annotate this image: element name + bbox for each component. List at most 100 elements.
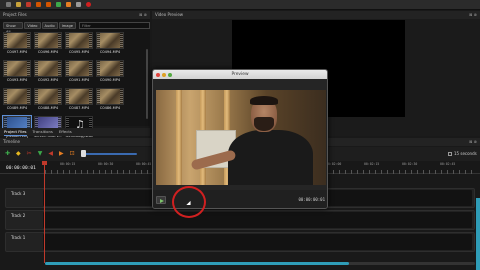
file-name: C0489.MP4 xyxy=(6,106,28,110)
preview-dialog-titlebar: Preview xyxy=(153,70,327,79)
file-thumbnail[interactable]: C0487.MP4 xyxy=(65,88,93,112)
thumbnail-image xyxy=(96,60,124,77)
file-thumbnail[interactable]: C0486.MP4 xyxy=(96,88,124,112)
file-name: C0495.MP4 xyxy=(68,50,90,54)
add-marker-icon[interactable]: ▼ xyxy=(38,151,43,157)
person-torso xyxy=(228,130,313,185)
zoom-slider-handle[interactable] xyxy=(81,150,86,157)
person-hair xyxy=(250,96,278,105)
export-video-icon[interactable] xyxy=(86,2,91,7)
import-files-icon[interactable] xyxy=(56,2,61,7)
timeline-scrollbar[interactable] xyxy=(45,262,349,265)
add-track-icon[interactable]: ✚ xyxy=(5,151,10,157)
tab-project-files[interactable]: Project Files xyxy=(4,128,27,136)
file-thumbnail[interactable]: C0488.MP4 xyxy=(34,88,62,112)
zoom-checkbox[interactable] xyxy=(448,151,452,156)
file-thumbnail[interactable]: C0496.MP4 xyxy=(34,32,62,56)
track-2[interactable]: Track 2 xyxy=(5,210,475,230)
panel-controls[interactable]: ⊠ ⊗ xyxy=(139,11,147,19)
file-thumbnail[interactable]: C0490.MP4 xyxy=(96,60,124,84)
track-1[interactable]: Track 1 xyxy=(5,232,475,252)
panel-controls[interactable]: ⊠ ⊗ xyxy=(469,11,477,19)
undo-icon[interactable] xyxy=(36,2,41,7)
track-label: Track 1 xyxy=(11,235,26,240)
filter-video[interactable]: Video xyxy=(24,21,41,29)
file-name: C0492.MP4 xyxy=(37,78,59,82)
fullscreen-icon[interactable] xyxy=(76,2,81,7)
next-marker-icon[interactable]: ▶ xyxy=(59,151,64,157)
file-thumbnail[interactable]: C0494.MP4 xyxy=(96,32,124,56)
wood-stud xyxy=(176,90,182,185)
side-scrollbar[interactable] xyxy=(476,198,480,270)
project-files-title: Project Files xyxy=(3,12,27,17)
file-name: C0491.MP4 xyxy=(68,78,90,82)
previous-marker-icon[interactable]: ◀ xyxy=(48,151,53,157)
new-project-icon[interactable] xyxy=(6,2,11,7)
snapping-icon[interactable]: ◆ xyxy=(16,151,21,157)
video-preview-header: Video Preview ⊠ ⊗ xyxy=(152,11,480,19)
file-name: C0487.MP4 xyxy=(68,106,90,110)
play-button[interactable] xyxy=(156,196,166,204)
file-name: C0496.MP4 xyxy=(37,50,59,54)
ruler-tick-label: 00:00:30 xyxy=(98,162,114,166)
ruler-tick-label: 00:02:30 xyxy=(402,162,418,166)
track-lane[interactable] xyxy=(43,234,472,250)
ruler-tick-label: 00:00:15 xyxy=(60,162,76,166)
file-thumbnail[interactable]: C0489.MP4 xyxy=(3,88,31,112)
timeline-title: Timeline xyxy=(3,139,21,144)
redo-icon[interactable] xyxy=(46,2,51,7)
tab-effects[interactable]: Effects xyxy=(59,128,72,136)
save-icon[interactable] xyxy=(26,2,31,7)
project-files-header: Project Files ⊠ ⊗ xyxy=(0,11,150,19)
file-thumbnail[interactable]: C0492.MP4 xyxy=(34,60,62,84)
thumbnail-image xyxy=(65,60,93,77)
track-label: Track 3 xyxy=(11,191,26,196)
razor-icon[interactable]: ✂ xyxy=(27,151,32,157)
file-name: C0494.MP4 xyxy=(99,50,121,54)
file-name: C0497.MP4 xyxy=(6,50,28,54)
thumbnail-image xyxy=(96,32,124,49)
filter-image[interactable]: Image xyxy=(58,21,76,29)
zoom-seconds-label: 15 seconds xyxy=(454,151,477,156)
file-thumbnail[interactable]: C0495.MP4 xyxy=(65,32,93,56)
center-playhead-icon[interactable]: ⊡ xyxy=(70,151,75,157)
ruler-tick-label: 00:02:15 xyxy=(364,162,380,166)
zoom-slider[interactable] xyxy=(82,153,137,155)
filter-bar: Show All Video Audio Image Filter xyxy=(3,21,150,34)
track-label: Track 2 xyxy=(11,213,26,218)
tab-transitions[interactable]: Transitions xyxy=(33,128,53,136)
dock-tabs: Project Files Transitions Effects xyxy=(0,128,150,136)
panel-controls[interactable]: ⊠ ⊗ xyxy=(469,138,477,146)
filter-audio[interactable]: Audio xyxy=(41,21,58,29)
ruler-tick-label: 00:02:45 xyxy=(440,162,456,166)
minimize-icon[interactable] xyxy=(162,72,166,77)
file-name: C0488.MP4 xyxy=(37,106,59,110)
file-thumbnail[interactable]: C0497.MP4 xyxy=(3,32,31,56)
thumbnail-image xyxy=(34,60,62,77)
filter-show-all[interactable]: Show All xyxy=(3,21,24,34)
open-project-icon[interactable] xyxy=(16,2,21,7)
video-preview-title: Video Preview xyxy=(155,12,184,17)
filter-input[interactable]: Filter xyxy=(78,21,150,29)
profile-icon[interactable] xyxy=(66,2,71,7)
maximize-icon[interactable] xyxy=(168,72,172,77)
close-icon[interactable] xyxy=(156,72,160,77)
thumbnail-image xyxy=(3,60,31,77)
main-toolbar xyxy=(0,0,480,10)
thumbnail-image xyxy=(3,88,31,105)
thumbnail-image xyxy=(34,88,62,105)
files-scrollbar[interactable] xyxy=(146,49,148,119)
file-name: C0490.MP4 xyxy=(99,78,121,82)
ruler-tick-label: 00:00:45 xyxy=(136,162,152,166)
preview-dialog-title: Preview xyxy=(231,72,249,77)
thumbnail-image xyxy=(3,32,31,49)
openshot-window: Project Files ⊠ ⊗ Show All Video Audio I… xyxy=(0,0,480,270)
playhead-line[interactable] xyxy=(44,163,45,263)
zoom-seconds: 15 seconds xyxy=(448,151,477,156)
file-thumbnail[interactable]: C0491.MP4 xyxy=(65,60,93,84)
preview-video-frame xyxy=(156,90,326,185)
file-thumbnail[interactable]: C0493.MP4 xyxy=(3,60,31,84)
thumbnail-image xyxy=(34,32,62,49)
track-lane[interactable] xyxy=(43,212,472,228)
preview-time: 00:00:00:01 xyxy=(298,197,326,202)
